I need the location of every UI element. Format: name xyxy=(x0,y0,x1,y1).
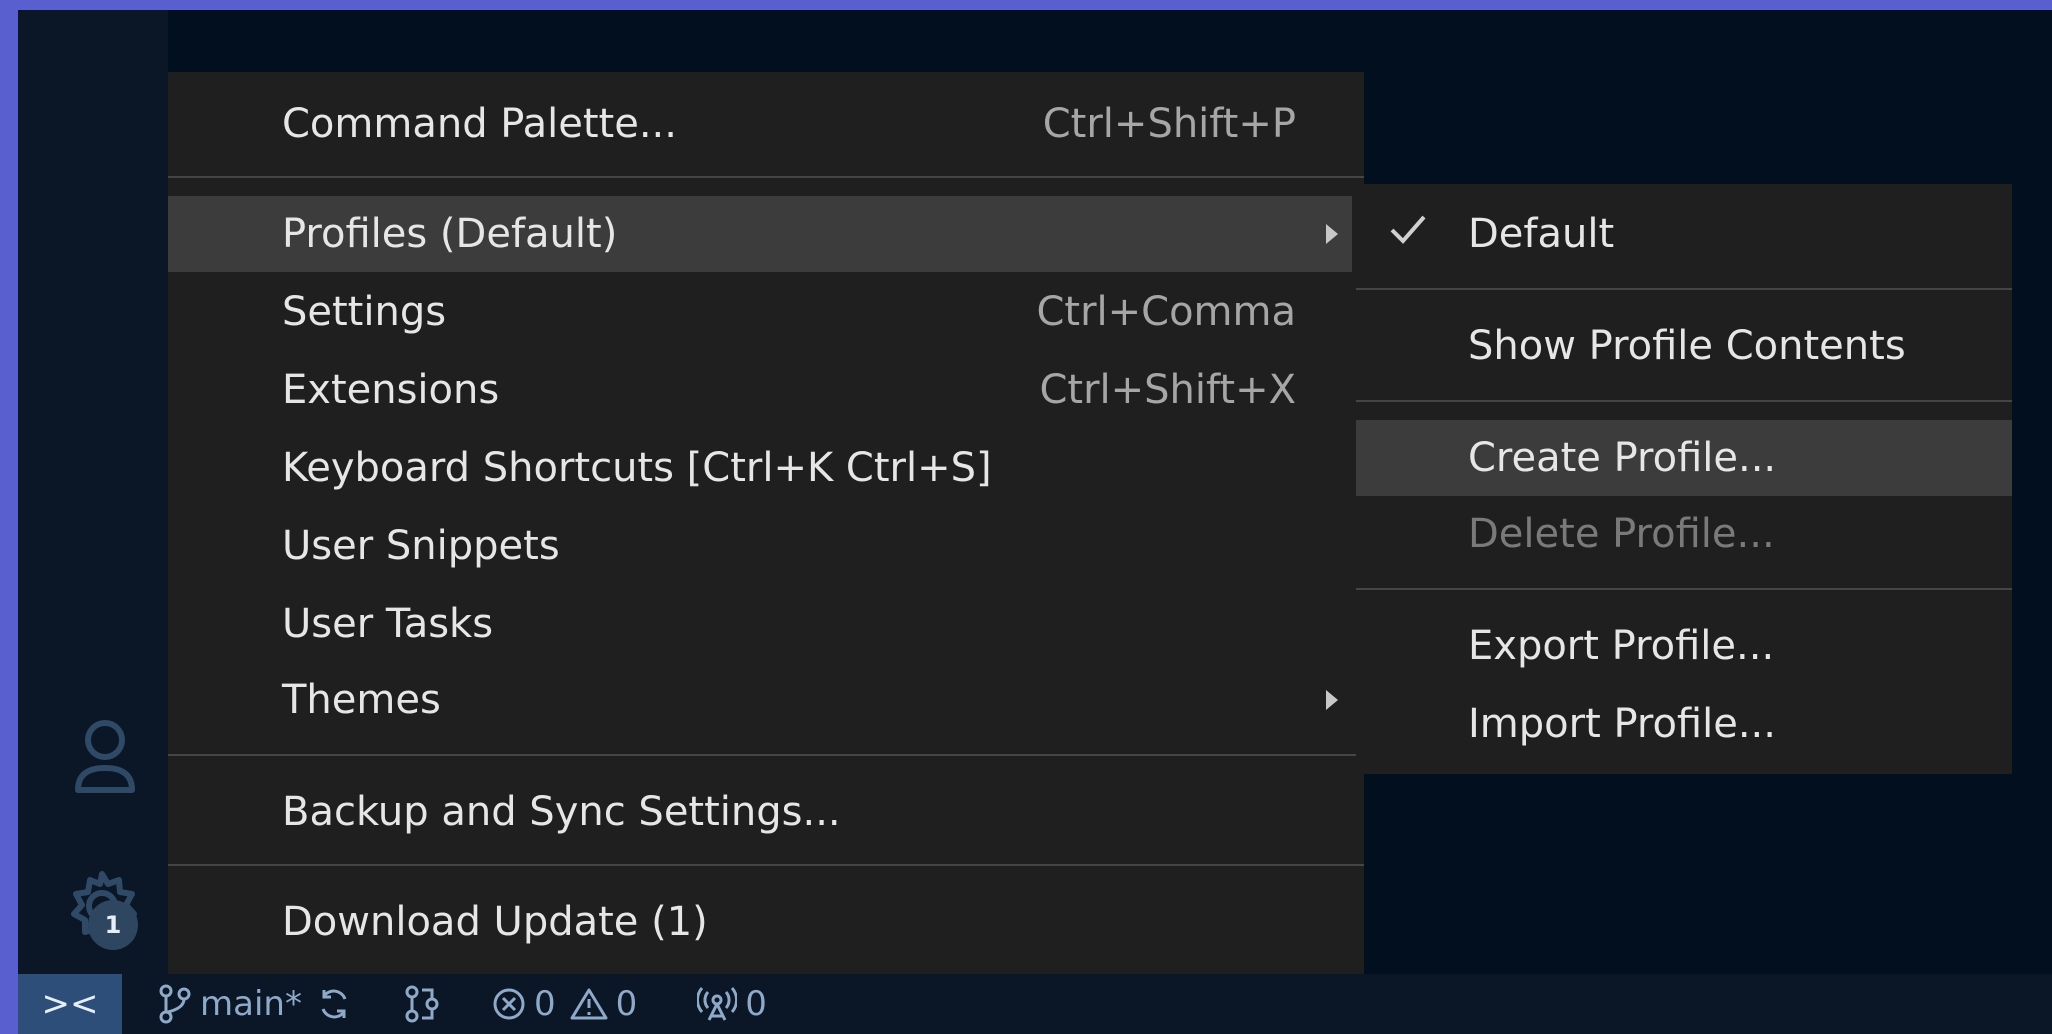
error-count: 0 xyxy=(533,984,556,1024)
menu-separator xyxy=(1356,588,2012,590)
menu-item-backup-sync[interactable]: Backup and Sync Settings... xyxy=(168,774,1352,850)
git-compare-icon xyxy=(405,985,439,1023)
submenu-item-label: Create Profile... xyxy=(1468,435,1777,481)
menu-item-label: Extensions xyxy=(282,367,500,413)
problems-status-button[interactable]: 0 0 xyxy=(492,984,637,1024)
submenu-item-export-profile[interactable]: Export Profile... xyxy=(1356,608,2012,684)
menu-item-user-tasks[interactable]: User Tasks xyxy=(168,586,1352,662)
menu-item-settings[interactable]: Settings Ctrl+Comma xyxy=(168,274,1352,350)
menu-separator xyxy=(1356,288,2012,290)
menu-item-command-palette[interactable]: Command Palette... Ctrl+Shift+P xyxy=(168,86,1352,162)
warning-count: 0 xyxy=(615,984,638,1024)
submenu-arrow-icon xyxy=(1326,224,1338,244)
sync-button[interactable] xyxy=(316,986,352,1022)
activity-bar xyxy=(18,10,168,974)
menu-item-shortcut: Ctrl+Comma xyxy=(1036,289,1296,335)
menu-item-profiles[interactable]: Profiles (Default) xyxy=(168,196,1352,272)
sync-icon xyxy=(321,989,347,1019)
manage-menu: Command Palette... Ctrl+Shift+P Profiles… xyxy=(168,72,1364,974)
menu-separator xyxy=(1356,400,2012,402)
submenu-item-create-profile[interactable]: Create Profile... xyxy=(1356,420,2012,496)
warning-icon xyxy=(570,988,608,1020)
submenu-item-import-profile[interactable]: Import Profile... xyxy=(1356,686,2012,762)
branch-name: main* xyxy=(200,984,302,1024)
menu-item-label: User Snippets xyxy=(282,523,560,569)
submenu-item-default-profile[interactable]: Default xyxy=(1356,196,2012,272)
submenu-item-label: Export Profile... xyxy=(1468,623,1775,669)
menu-item-label: Themes xyxy=(282,677,441,723)
menu-item-keyboard-shortcuts[interactable]: Keyboard Shortcuts [Ctrl+K Ctrl+S] xyxy=(168,430,1352,506)
error-icon xyxy=(493,988,525,1020)
status-bar: >< main* 0 0 0 xyxy=(18,974,2052,1034)
menu-item-label: Download Update (1) xyxy=(282,899,708,945)
submenu-item-label: Default xyxy=(1468,211,1615,257)
menu-item-user-snippets[interactable]: User Snippets xyxy=(168,508,1352,584)
menu-item-extensions[interactable]: Extensions Ctrl+Shift+X xyxy=(168,352,1352,428)
check-icon xyxy=(1388,211,1428,257)
submenu-item-show-profile-contents[interactable]: Show Profile Contents xyxy=(1356,308,2012,384)
submenu-item-label: Import Profile... xyxy=(1468,701,1776,747)
submenu-arrow-icon xyxy=(1326,690,1338,710)
menu-item-shortcut: Ctrl+Shift+X xyxy=(1039,367,1296,413)
branch-compare-button[interactable] xyxy=(402,984,442,1024)
menu-item-label: Keyboard Shortcuts [Ctrl+K Ctrl+S] xyxy=(282,445,992,491)
remote-indicator-button[interactable]: >< xyxy=(18,974,122,1034)
menu-item-label: User Tasks xyxy=(282,601,494,647)
submenu-item-delete-profile: Delete Profile... xyxy=(1356,496,2012,572)
source-control-branch-icon xyxy=(159,984,191,1024)
manage-badge: 1 xyxy=(88,900,138,950)
menu-item-label: Command Palette... xyxy=(282,101,677,147)
branch-status-button[interactable]: main* xyxy=(158,984,302,1024)
menu-item-label: Settings xyxy=(282,289,447,335)
ports-count: 0 xyxy=(745,984,767,1024)
menu-item-label: Backup and Sync Settings... xyxy=(282,789,841,835)
menu-separator xyxy=(168,754,1364,756)
remote-icon: >< xyxy=(41,984,99,1024)
broadcast-icon xyxy=(697,987,738,1021)
accounts-icon[interactable] xyxy=(60,710,150,800)
profiles-submenu: Default Show Profile Contents Create Pro… xyxy=(1356,184,2012,774)
menu-item-label: Profiles (Default) xyxy=(282,211,618,257)
menu-item-download-update[interactable]: Download Update (1) xyxy=(168,884,1352,960)
menu-separator xyxy=(168,864,1364,866)
submenu-item-label: Show Profile Contents xyxy=(1468,323,1906,369)
submenu-item-label: Delete Profile... xyxy=(1468,511,1775,557)
menu-separator xyxy=(168,176,1364,178)
ports-status-button[interactable]: 0 xyxy=(697,984,767,1024)
menu-item-shortcut: Ctrl+Shift+P xyxy=(1042,101,1296,147)
menu-item-themes[interactable]: Themes xyxy=(168,662,1352,738)
